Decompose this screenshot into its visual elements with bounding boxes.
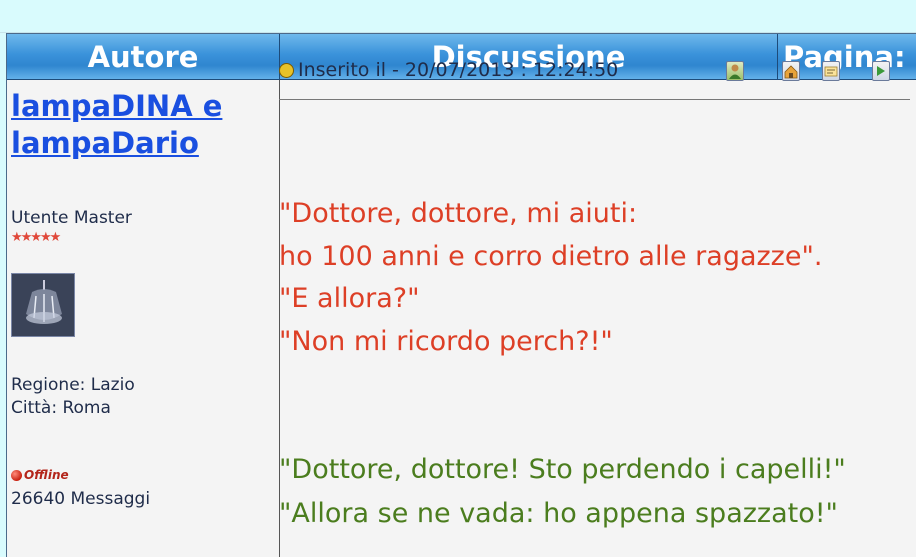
profile-icon[interactable] [726, 61, 744, 81]
author-name-link[interactable]: lampaDINA e lampaDario [11, 88, 271, 162]
joke-line: "Allora se ne vada: ho appena spazzato!" [279, 498, 838, 529]
joke-line: "Non mi ricordo perch?!" [279, 326, 613, 357]
author-city: Città: Roma [11, 398, 111, 418]
rank-stars: ★★★★★ [11, 230, 61, 245]
joke-line: "Dottore, dottore, mi aiuti: [279, 198, 638, 229]
post-timestamp: Inserito il - 20/07/2013 : 12:24:50 [298, 59, 619, 81]
offline-dot-icon [11, 469, 22, 481]
joke-line: "Dottore, dottore! Sto perdendo i capell… [279, 454, 846, 485]
author-panel: lampaDINA e lampaDario Utente Master ★★★… [7, 80, 280, 557]
reply-quote-icon[interactable] [822, 61, 840, 81]
top-strip [0, 0, 916, 33]
home-icon[interactable] [782, 61, 800, 81]
smiley-icon [279, 62, 294, 78]
author-rank: Utente Master [11, 208, 132, 228]
chandelier-image [12, 274, 74, 336]
status-badge: Offline [11, 468, 69, 482]
joke-line: "E allora?" [279, 283, 420, 314]
status-label: Offline [24, 468, 69, 482]
header-author: Autore [7, 34, 280, 80]
joke-line: ho 100 anni e corro dietro alle ragazze"… [279, 241, 823, 272]
post-separator [279, 99, 910, 100]
author-region: Regione: Lazio [11, 375, 135, 395]
message-count: 26640 Messaggi [11, 489, 151, 509]
avatar [11, 273, 75, 337]
forward-icon[interactable] [872, 61, 890, 81]
post-info: Inserito il - 20/07/2013 : 12:24:50 [279, 59, 618, 81]
